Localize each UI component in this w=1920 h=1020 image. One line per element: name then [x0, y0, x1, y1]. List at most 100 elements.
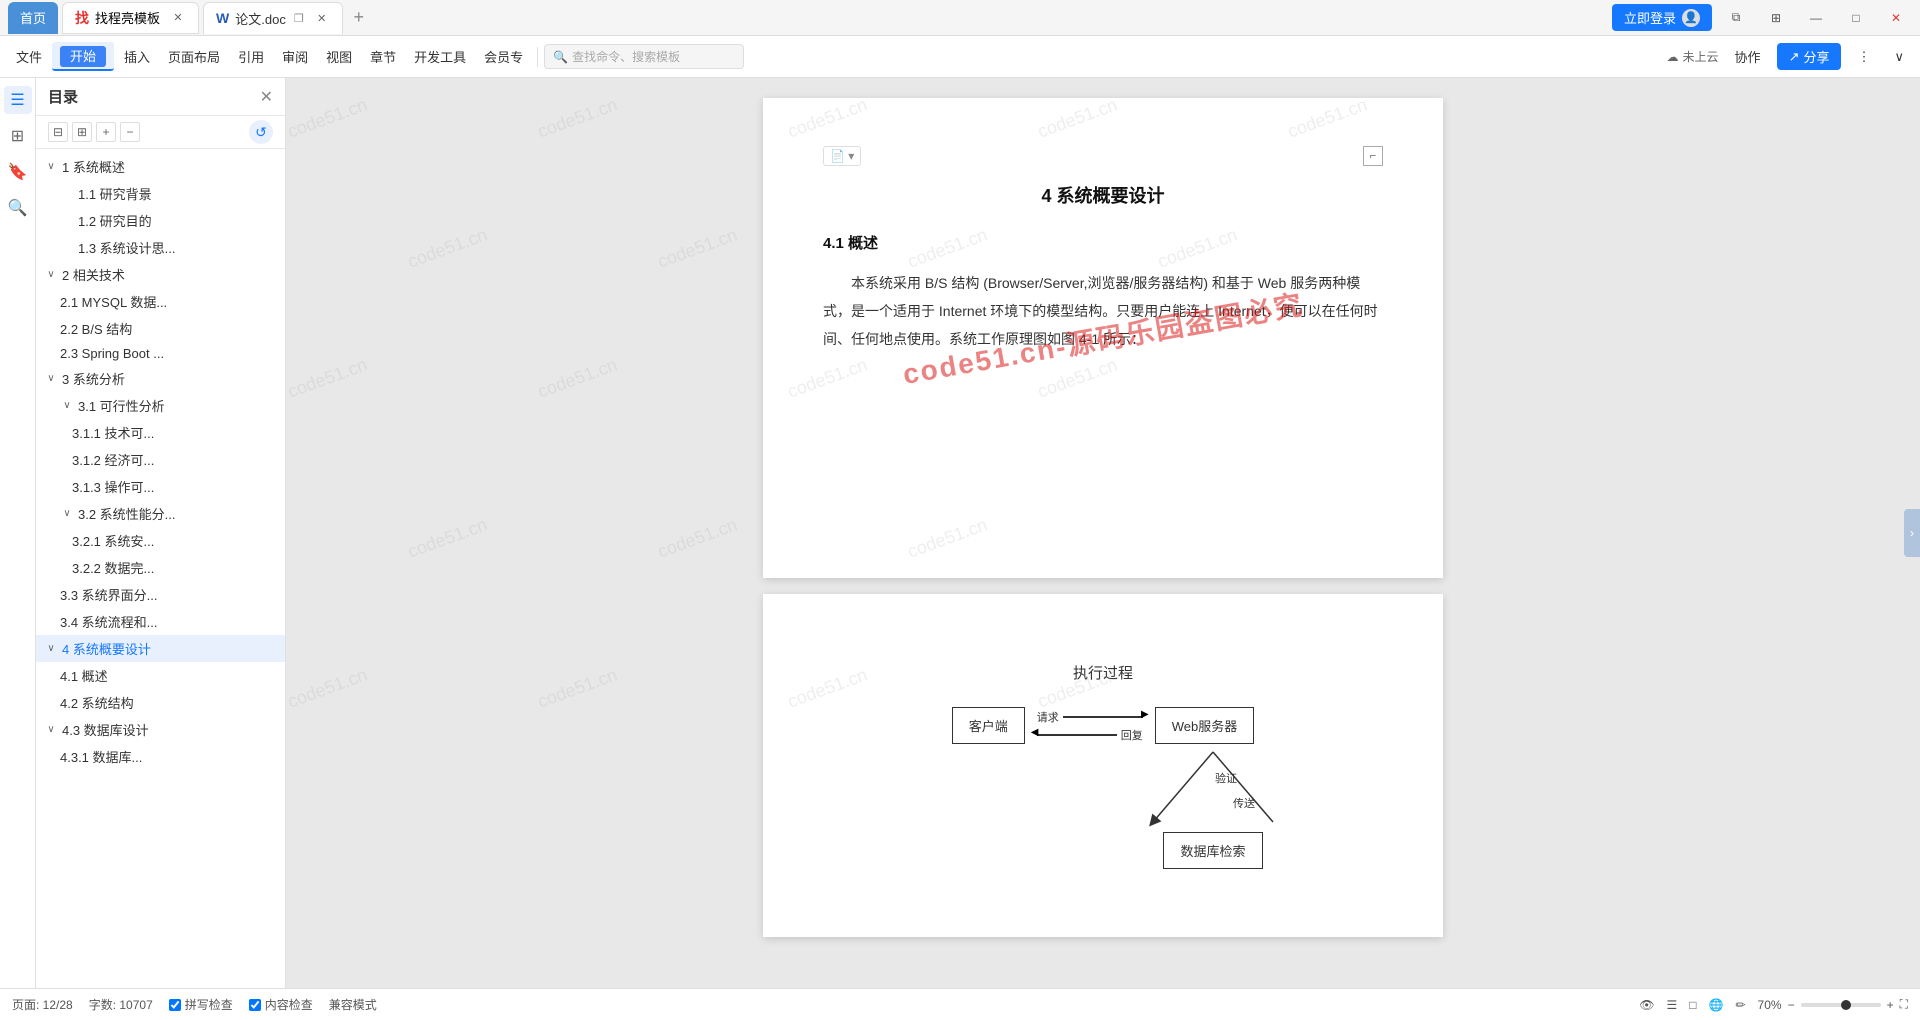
toc-item-1-2-label: 1.2 研究目的 — [78, 211, 152, 230]
search-icon-btn[interactable]: 🔍 — [4, 194, 32, 222]
toc-item-2-2[interactable]: 2.2 B/S 结构 — [36, 315, 285, 342]
win-split-button[interactable]: ⧉ — [1720, 8, 1752, 28]
watermark-17: code51.cn — [286, 664, 370, 712]
toolbar-more[interactable]: ⋮ — [1849, 45, 1878, 69]
share-button[interactable]: ↗ 分享 — [1777, 43, 1842, 70]
right-collapse-button[interactable]: › — [1904, 509, 1920, 557]
toc-arrow-1: ∨ — [44, 160, 58, 174]
toc-item-1-3[interactable]: 1.3 系统设计思... — [36, 234, 285, 261]
arrow-left-icon: ◀ — [1031, 727, 1039, 738]
tab-wps-close[interactable]: ✕ — [170, 10, 186, 26]
toolbar-dev[interactable]: 开发工具 — [406, 43, 474, 70]
toc-item-1-label: 1 系统概述 — [62, 157, 125, 176]
zoom-minus-button[interactable]: − — [1788, 998, 1795, 1012]
toc-item-1-1[interactable]: 1.1 研究背景 — [36, 180, 285, 207]
win-min-button[interactable]: — — [1800, 8, 1832, 28]
toolbar-search[interactable]: 🔍 查找命令、搜索模板 — [544, 44, 744, 69]
toc-item-2-3[interactable]: 2.3 Spring Boot ... — [36, 342, 285, 365]
toc-item-4-2[interactable]: 4.2 系统结构 — [36, 689, 285, 716]
tab-doc-close[interactable]: ✕ — [314, 10, 330, 26]
toc-item-4-3-1[interactable]: 4.3.1 数据库... — [36, 743, 285, 770]
layout-icon[interactable]: ☰ — [1667, 998, 1678, 1012]
toc-item-3-1-3[interactable]: 3.1.3 操作可... — [36, 473, 285, 500]
zoom-level: 70% — [1758, 998, 1782, 1012]
toc-collapse-all-button[interactable]: ⊟ — [48, 122, 68, 142]
toc-item-2-label: 2 相关技术 — [62, 265, 125, 284]
toc-item-3-4[interactable]: 3.4 系统流程和... — [36, 608, 285, 635]
toc-remove-button[interactable]: − — [120, 122, 140, 142]
doc-actions-button[interactable]: 📄 ▾ — [823, 146, 861, 166]
start-btn[interactable]: 开始 — [60, 46, 106, 67]
toc-item-2-1[interactable]: 2.1 MYSQL 数据... — [36, 288, 285, 315]
zoom-slider[interactable] — [1801, 1003, 1881, 1007]
toolbar-layout[interactable]: 页面布局 — [160, 43, 228, 70]
restore-icon[interactable]: ❐ — [294, 12, 304, 25]
cloud-icon: ☁ — [1667, 50, 1679, 64]
nav-icon-btn[interactable]: ⊞ — [4, 122, 32, 150]
toc-item-1[interactable]: ∨ 1 系统概述 — [36, 153, 285, 180]
fullscreen-button[interactable]: ⛶ — [1900, 997, 1908, 1012]
content-check-toggle[interactable]: 内容检查 — [249, 996, 313, 1013]
tab-add-button[interactable]: + — [347, 6, 371, 30]
diagram-arrows: 请求 ▶ ◀ 回复 — [1037, 709, 1143, 743]
toolbar-collab[interactable]: 协作 — [1727, 43, 1769, 70]
page-info: 页面: 12/28 — [12, 996, 73, 1013]
doc-fold-icon[interactable]: ⌐ — [1363, 146, 1383, 166]
tab-home[interactable]: 首页 — [8, 2, 58, 34]
toc-item-4-3[interactable]: ∨ 4.3 数据库设计 — [36, 716, 285, 743]
login-button[interactable]: 立即登录 👤 — [1612, 4, 1712, 31]
toc-item-1-2[interactable]: 1.2 研究目的 — [36, 207, 285, 234]
win-max-button[interactable]: □ — [1840, 8, 1872, 28]
toolbar-review[interactable]: 审阅 — [274, 43, 316, 70]
toolbar-member[interactable]: 会员专 — [476, 43, 531, 70]
compat-mode: 兼容模式 — [329, 996, 377, 1013]
page-layout-icon[interactable]: □ — [1689, 998, 1696, 1012]
toc-item-3-3[interactable]: 3.3 系统界面分... — [36, 581, 285, 608]
outline-icon-btn[interactable]: ☰ — [4, 86, 32, 114]
diagram-box-db: 数据库检索 — [1163, 832, 1262, 869]
toolbar-expand[interactable]: ∨ — [1886, 45, 1912, 69]
toc-item-3-2-2[interactable]: 3.2.2 数据完... — [36, 554, 285, 581]
toc-item-3-1-2[interactable]: 3.1.2 经济可... — [36, 446, 285, 473]
toc-item-2[interactable]: ∨ 2 相关技术 — [36, 261, 285, 288]
toc-item-3-1[interactable]: ∨ 3.1 可行性分析 — [36, 392, 285, 419]
view-icon[interactable]: 👁 — [1639, 998, 1654, 1012]
toc-item-3-label: 3 系统分析 — [62, 369, 125, 388]
tab-wps-template[interactable]: 找 找程亮模板 ✕ — [62, 2, 199, 34]
toc-item-3-2[interactable]: ∨ 3.2 系统性能分... — [36, 500, 285, 527]
zoom-plus-button[interactable]: + — [1887, 998, 1894, 1012]
tab-doc[interactable]: W 论文.doc ❐ ✕ — [203, 2, 343, 34]
toc-arrow-4-3: ∨ — [44, 723, 58, 737]
doc-section-1-para: 本系统采用 B/S 结构 (Browser/Server,浏览器/服务器结构) … — [823, 269, 1383, 353]
toc-item-4-1[interactable]: 4.1 概述 — [36, 662, 285, 689]
toolbar-view[interactable]: 视图 — [318, 43, 360, 70]
toc-add-button[interactable]: + — [96, 122, 116, 142]
left-iconbar: ☰ ⊞ 🔖 🔍 — [0, 78, 36, 988]
bookmark-icon-btn[interactable]: 🔖 — [4, 158, 32, 186]
toc-item-3-2-1[interactable]: 3.2.1 系统安... — [36, 527, 285, 554]
toc-item-3[interactable]: ∨ 3 系统分析 — [36, 365, 285, 392]
win-grid-button[interactable]: ⊞ — [1760, 8, 1792, 28]
diagram-container: 执行过程 客户端 请求 ▶ — [823, 642, 1383, 889]
toolbar-file[interactable]: 文件 — [8, 43, 50, 70]
diagram-vertical: 验证 传送 数据 — [1153, 752, 1273, 869]
spell-check-toggle[interactable]: 拼写检查 — [169, 996, 233, 1013]
web-layout-icon[interactable]: 🌐 — [1709, 998, 1724, 1012]
diagram-box-webserver: Web服务器 — [1155, 707, 1255, 744]
edit-icon[interactable]: ✏ — [1735, 998, 1745, 1012]
win-close-button[interactable]: ✕ — [1880, 8, 1912, 28]
sidebar-close-button[interactable]: ✕ — [260, 87, 273, 107]
toc-expand-all-button[interactable]: ⊞ — [72, 122, 92, 142]
toc-item-4[interactable]: ∨ 4 系统概要设计 — [36, 635, 285, 662]
document-area[interactable]: code51.cn code51.cn code51.cn code51.cn … — [286, 78, 1920, 988]
spell-check-checkbox[interactable] — [169, 999, 181, 1011]
toc-item-3-1-1[interactable]: 3.1.1 技术可... — [36, 419, 285, 446]
toc-sync-button[interactable]: ↺ — [249, 120, 273, 144]
toolbar-ref[interactable]: 引用 — [230, 43, 272, 70]
toolbar-chapter[interactable]: 章节 — [362, 43, 404, 70]
content-check-checkbox[interactable] — [249, 999, 261, 1011]
toolbar-insert[interactable]: 插入 — [116, 43, 158, 70]
statusbar: 页面: 12/28 字数: 10707 拼写检查 内容检查 兼容模式 👁 ☰ □… — [0, 988, 1920, 1020]
toolbar-start[interactable]: 开始 — [52, 42, 114, 71]
toc-item-1-3-label: 1.3 系统设计思... — [78, 238, 176, 257]
